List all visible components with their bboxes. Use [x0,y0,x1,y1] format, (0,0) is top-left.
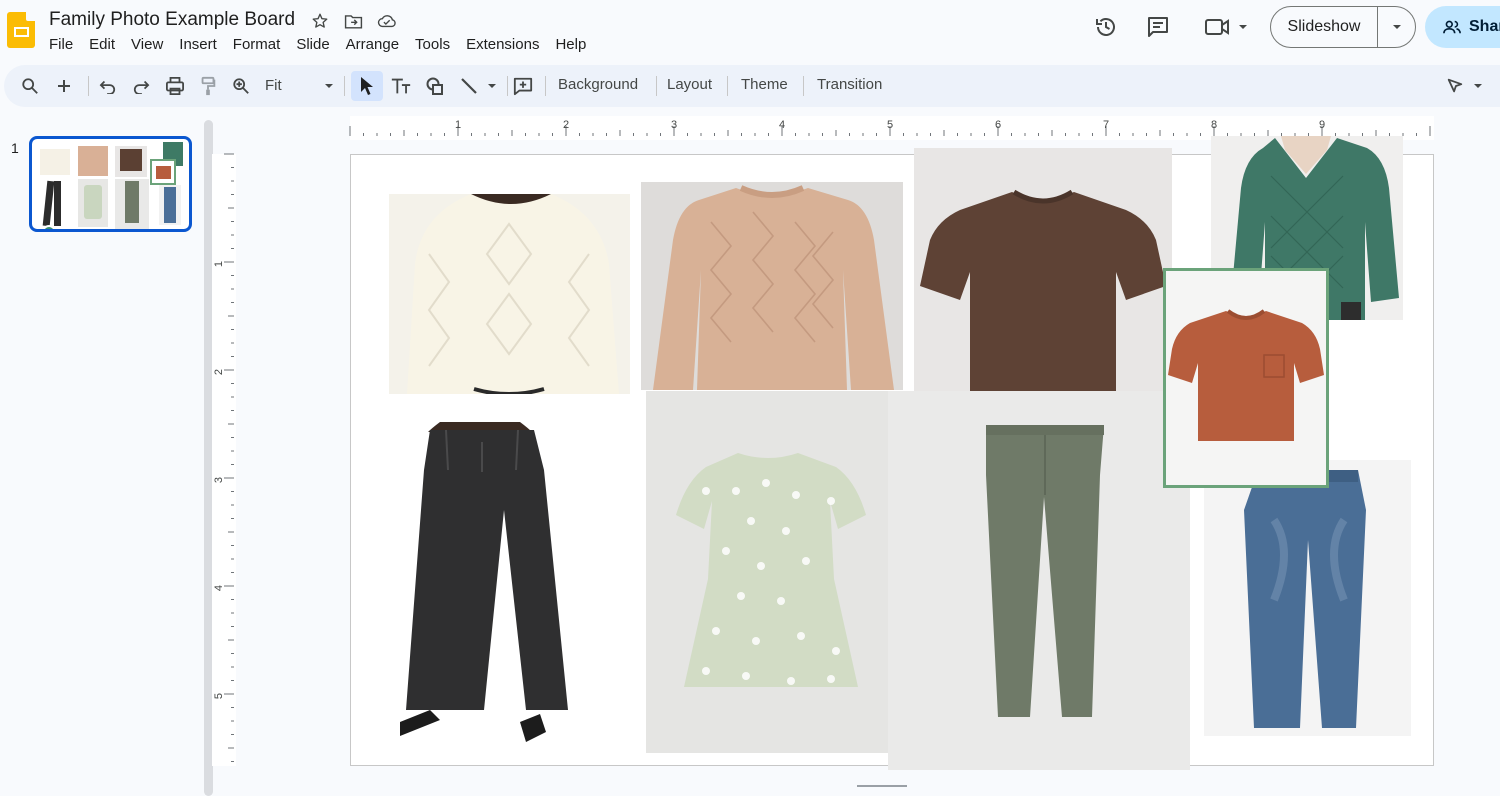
thumb-rust-tee [150,159,176,185]
sage-floral-dress-image[interactable] [646,391,889,753]
slide-thumbnail[interactable] [29,136,192,232]
ruler-label: 5 [887,119,894,131]
blue-jeans-image[interactable] [1204,460,1411,736]
peach-knit-sweater-image[interactable] [641,182,903,390]
background-button[interactable]: Background [558,76,638,93]
layout-button[interactable]: Layout [667,76,712,93]
menu-tools[interactable]: Tools [415,35,450,54]
brown-tshirt-image[interactable] [914,148,1172,423]
thumb-peach-sweater [78,146,108,176]
ruler-label: 1 [213,260,226,268]
people-icon [1443,20,1461,34]
redo-icon[interactable] [128,73,154,99]
menu-format[interactable]: Format [233,35,281,54]
ruler-label: 1 [455,119,462,131]
olive-trousers-image[interactable] [888,391,1190,770]
pen-cursor-icon[interactable] [1442,73,1468,99]
ruler-label: 5 [213,692,226,700]
vertical-ruler[interactable]: 1 2 3 4 5 [212,136,236,796]
text-box-icon[interactable] [388,73,414,99]
zoom-select[interactable]: Fit [265,77,282,94]
search-menus-icon[interactable] [17,73,43,99]
line-dropdown-chevron-icon[interactable] [482,73,502,99]
slides-app: Family Photo Example Board File Edit Vie… [0,0,1500,796]
black-wide-leg-jeans-image[interactable] [380,422,580,744]
slideshow-button[interactable]: Slideshow [1271,7,1378,47]
select-cursor-icon[interactable] [351,71,383,101]
ruler-label: 4 [213,584,226,592]
comments-icon[interactable] [1144,13,1172,41]
ruler-label: 2 [213,368,226,376]
ruler-label: 8 [1211,119,1218,131]
rust-pocket-tshirt-image[interactable] [1163,268,1329,488]
chevron-down-icon [1392,25,1401,29]
version-history-icon[interactable] [1092,13,1120,41]
cream-sweater-image[interactable] [389,194,630,394]
ruler-label: 9 [1319,119,1326,131]
new-slide-plus-icon[interactable] [51,73,77,99]
thumb-blue-jeans [159,185,181,225]
add-comment-icon[interactable] [510,73,536,99]
slideshow-button-group: Slideshow [1270,6,1416,48]
thumb-sage-dress [78,179,108,227]
collaborator-avatar [42,225,56,229]
menu-arrange[interactable]: Arrange [346,35,399,54]
ruler-label: 6 [995,119,1002,131]
pen-dropdown-chevron-icon[interactable] [1468,73,1488,99]
undo-icon[interactable] [95,73,121,99]
thumb-olive-trousers [115,179,149,229]
menu-slide[interactable]: Slide [296,35,329,54]
ruler-label: 3 [213,476,226,484]
share-label: Shar [1469,18,1500,35]
menu-help[interactable]: Help [555,35,586,54]
slides-logo-icon[interactable] [7,12,35,48]
menu-insert[interactable]: Insert [179,35,217,54]
slideshow-options-button[interactable] [1378,7,1415,47]
menu-bar: File Edit View Insert Format Slide Arran… [49,35,602,54]
share-button[interactable]: Shar [1425,6,1500,48]
meet-video-icon[interactable] [1202,13,1250,41]
theme-button[interactable]: Theme [741,76,788,93]
transition-button[interactable]: Transition [817,76,882,93]
document-title[interactable]: Family Photo Example Board [49,9,295,31]
menu-file[interactable]: File [49,35,73,54]
menu-edit[interactable]: Edit [89,35,115,54]
move-folder-icon[interactable] [343,11,363,31]
menu-view[interactable]: View [131,35,163,54]
thumb-brown-tee-bg [115,146,147,177]
ruler-label: 3 [671,119,678,131]
line-icon[interactable] [456,73,482,99]
ruler-label: 7 [1103,119,1110,131]
print-icon[interactable] [162,73,188,99]
thumb-black-jeans [42,180,64,227]
zoom-dropdown-chevron-icon[interactable] [316,73,342,99]
ruler-label: 4 [779,119,786,131]
star-icon[interactable] [310,11,330,31]
toolbar: Fit Background Layout Theme Transition [4,65,1500,107]
thumb-cream-sweater [40,149,70,175]
zoom-icon[interactable] [228,73,254,99]
menu-extensions[interactable]: Extensions [466,35,539,54]
shape-icon[interactable] [422,73,448,99]
ruler-label: 2 [563,119,570,131]
slide-number: 1 [11,140,19,156]
cloud-saved-icon[interactable] [377,11,397,31]
paint-format-icon[interactable] [195,73,221,99]
speaker-notes-handle[interactable] [857,785,907,787]
